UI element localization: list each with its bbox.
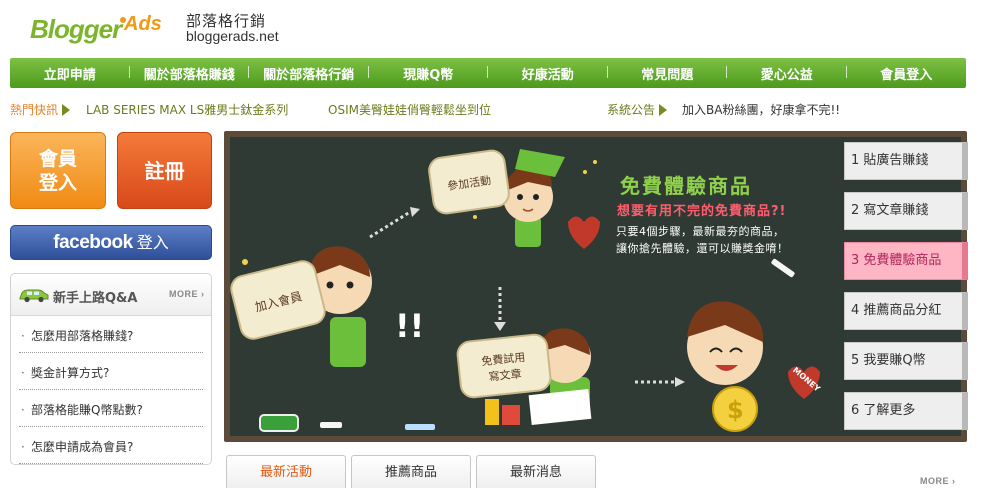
faq-title: 新手上路Q&A <box>53 291 138 306</box>
nav-charity[interactable]: 愛心公益 <box>727 64 847 83</box>
free-trial-tag: 免費試用 寫文章 <box>455 332 553 400</box>
step-tab-5[interactable]: 5 我要賺Q幣 <box>844 342 968 380</box>
nav-member-login[interactable]: 會員登入 <box>847 64 967 83</box>
faq-item[interactable]: 怎麼用部落格賺錢? <box>19 316 203 356</box>
main-nav: 立即申請 關於部落格賺錢 關於部落格行銷 現賺Q幣 好康活動 常見問題 愛心公益… <box>10 58 966 88</box>
bottom-more-link[interactable]: MORE › <box>920 476 956 486</box>
system-notice-text[interactable]: 加入BA粉絲團，好康拿不完!! <box>682 101 840 118</box>
boy-thinking-illustration: !! <box>308 246 424 367</box>
tab-recommended-products[interactable]: 推薦商品 <box>351 455 471 488</box>
banner-description-line2: 讓你搶先體驗，還可以賺獎金唷！ <box>616 242 789 255</box>
step-tab-6[interactable]: 6 了解更多 <box>844 392 968 430</box>
hot-news-label: 熱門快訊 <box>10 101 74 118</box>
nav-about-blog-earning[interactable]: 關於部落格賺錢 <box>130 64 250 83</box>
bloggerads-logo[interactable]: Blogger Ads <box>28 8 178 52</box>
login-label-line2: 登入 <box>38 172 77 194</box>
join-activity-tag: 參加活動 <box>426 147 512 217</box>
member-login-button[interactable]: 會員 登入 <box>10 132 106 209</box>
banner-title: 免費體驗商品 <box>620 174 752 198</box>
triangle-arrow-icon <box>659 104 668 116</box>
step-tab-4[interactable]: 4 推薦商品分紅 <box>844 292 968 330</box>
tab-latest-news[interactable]: 最新消息 <box>476 455 596 488</box>
news-ticker: 熱門快訊 LAB SERIES MAX LS雅男士鈦金系列 OSIM美臀娃娃俏臀… <box>10 101 966 119</box>
nav-faq[interactable]: 常見問題 <box>608 64 728 83</box>
nav-about-blog-marketing[interactable]: 關於部落格行銷 <box>249 64 369 83</box>
hot-news-item[interactable]: OSIM美臀娃娃俏臀輕鬆坐到位 <box>328 101 491 118</box>
faq-more-link[interactable]: MORE › <box>169 289 205 299</box>
hot-news-item[interactable]: LAB SERIES MAX LS雅男士鈦金系列 <box>86 101 288 118</box>
svg-text:Ads: Ads <box>123 13 162 35</box>
faq-item[interactable]: 怎麼申請成為會員? <box>19 427 203 467</box>
step-tab-2[interactable]: 2 寫文章賺錢 <box>844 192 968 230</box>
step-tab-3[interactable]: 3 免費體驗商品 <box>844 242 968 280</box>
nav-earn-q-coins[interactable]: 現賺Q幣 <box>369 64 489 83</box>
boy-green-cap-illustration <box>503 149 565 247</box>
register-button[interactable]: 註冊 <box>117 132 212 209</box>
svg-text:$: $ <box>727 396 744 424</box>
car-icon <box>19 289 49 303</box>
nav-apply-now[interactable]: 立即申請 <box>10 64 130 83</box>
promo-banner[interactable]: !! $ 免費體驗商品 想要有用不完的免費商品?! 只要4個步驟，最新最夯的商品… <box>224 131 968 442</box>
site-url: bloggerads.net <box>186 28 279 44</box>
beginner-faq-panel: 新手上路Q&A MORE › 怎麼用部落格賺錢? 獎金計算方式? 部落格能賺Q幣… <box>10 273 212 467</box>
facebook-wordmark: facebook <box>53 232 133 253</box>
tab-latest-activities[interactable]: 最新活動 <box>226 455 346 488</box>
faq-header: 新手上路Q&A MORE › <box>11 274 211 316</box>
step-tab-1[interactable]: 1 貼廣告賺錢 <box>844 142 968 180</box>
svg-text:!!: !! <box>395 307 424 345</box>
system-notice-label: 系統公告 <box>607 101 671 118</box>
triangle-arrow-icon <box>62 104 71 116</box>
facebook-login-button[interactable]: facebook 登入 <box>10 225 212 260</box>
faq-item[interactable]: 獎金計算方式? <box>19 353 203 393</box>
boy-money-bag-illustration: $ <box>687 301 820 432</box>
banner-subtitle: 想要有用不完的免費商品?! <box>617 204 787 219</box>
banner-description-line1: 只要4個步驟，最新最夯的商品， <box>616 225 785 238</box>
facebook-login-label: 登入 <box>136 233 169 252</box>
faq-item[interactable]: 部落格能賺Q幣點數? <box>19 390 203 430</box>
nav-promotions[interactable]: 好康活動 <box>488 64 608 83</box>
login-label-line1: 會員 <box>38 148 77 170</box>
chalkboard: !! $ 免費體驗商品 想要有用不完的免費商品?! 只要4個步驟，最新最夯的商品… <box>227 137 968 436</box>
svg-text:Blogger: Blogger <box>30 14 124 44</box>
